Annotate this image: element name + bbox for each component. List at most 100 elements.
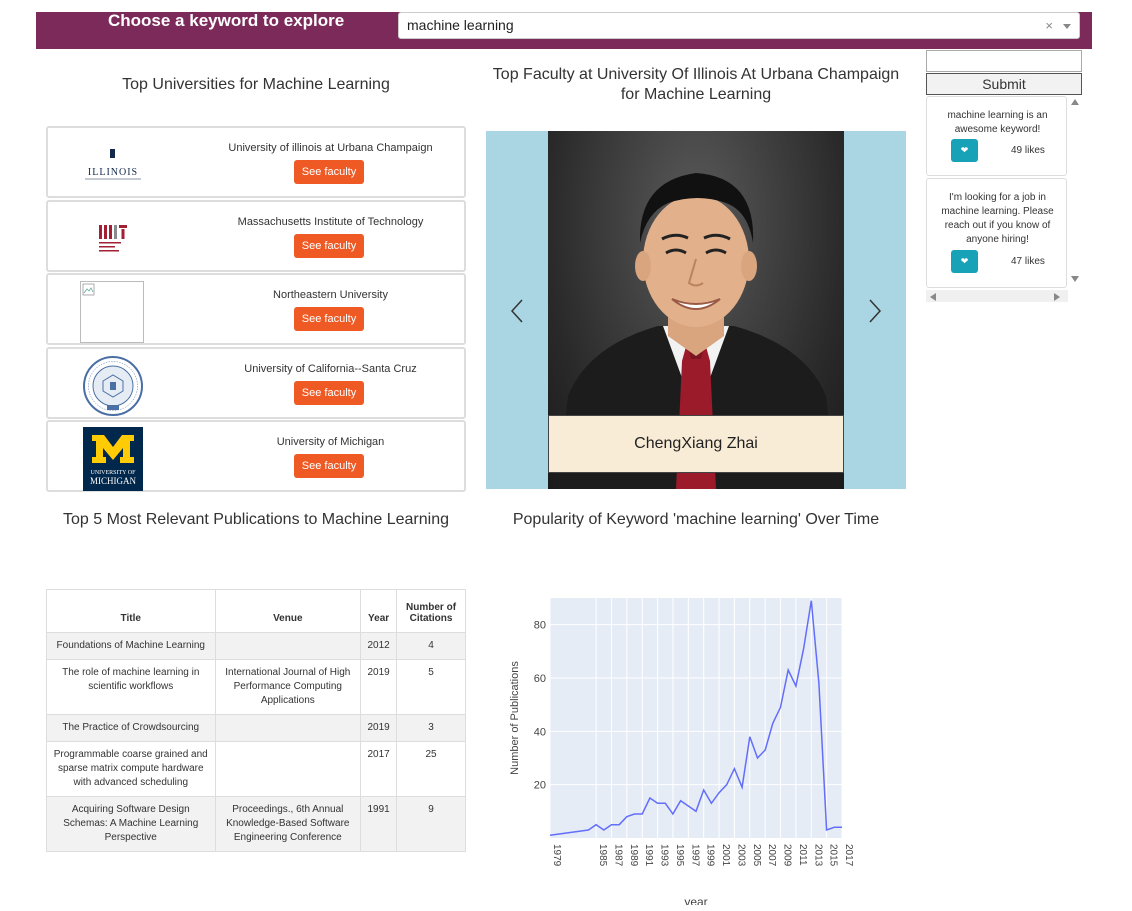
pub-citations: 3 [396,714,466,742]
table-row: Programmable coarse grained and sparse m… [46,741,466,797]
column-header-year: Year [360,589,398,633]
y-tick-label: 40 [534,726,546,738]
university-card: Massachusetts Institute of Technology Se… [46,200,466,272]
submit-button[interactable]: Submit [926,73,1082,95]
university-card: University of California--Santa Cruz See… [46,347,466,419]
pub-year: 2012 [360,632,398,660]
university-name: Massachusetts Institute of Technology [237,216,424,228]
comments-list: machine learning is an awesome keyword! … [926,96,1082,302]
university-card: Northeastern University See faculty [46,273,466,345]
comment-text: I'm looking for a job in machine learnin… [941,192,1054,245]
x-tick-label: 1999 [705,844,716,867]
x-tick-label: 2003 [735,844,746,867]
table-row: The Practice of Crowdsourcing 2019 3 [46,714,466,742]
like-count: 49 likes [1011,145,1045,156]
university-card: ILLINOIS University of illinois at Urban… [46,126,466,198]
x-tick-label: 1987 [612,844,623,867]
x-tick-label: 1979 [551,844,562,867]
pub-year: 2019 [360,714,398,742]
column-header-citations: Number of Citations [396,589,466,633]
uc-seal-logo [82,355,144,417]
pub-citations: 25 [396,741,466,797]
popularity-title: Popularity of Keyword 'machine learning'… [512,511,880,528]
column-header-venue: Venue [214,589,362,633]
pub-venue: International Journal of High Performanc… [214,659,362,715]
university-name: Northeastern University [273,289,388,301]
comment-card: I'm looking for a job in machine learnin… [926,178,1067,288]
pub-year: 2019 [360,659,398,715]
y-tick-label: 20 [534,780,546,792]
x-tick-label: 1985 [597,844,608,867]
comment-text: machine learning is an awesome keyword! [947,110,1048,135]
x-tick-label: 2015 [828,844,839,867]
pub-title: The role of machine learning in scientif… [46,659,216,715]
faculty-carousel: ChengXiang Zhai [486,131,906,489]
pub-venue [214,741,362,797]
see-faculty-button[interactable]: See faculty [294,307,364,331]
x-tick-label: 2017 [843,844,854,867]
heart-icon[interactable]: ❤ [951,139,978,162]
michigan-logo: UNIVERSITY OF MICHIGAN [82,427,144,491]
heart-icon[interactable]: ❤ [951,250,978,273]
chevron-down-icon[interactable] [1063,24,1071,29]
pub-citations: 9 [396,796,466,852]
y-tick-label: 60 [534,673,546,685]
horizontal-scrollbar[interactable] [926,290,1068,302]
faculty-name: ChengXiang Zhai [548,415,844,473]
carousel-prev-icon[interactable] [508,296,528,326]
x-tick-label: 1991 [643,844,654,867]
popularity-chart-svg: 20 40 60 80 1979 1985 1987 1989 1991 1993 1995 1997… [509,598,854,909]
see-faculty-button[interactable]: See faculty [294,454,364,478]
comment-input[interactable] [926,50,1082,72]
x-axis-label: year [684,895,707,905]
keyword-value: machine learning [407,17,514,33]
universities-title: Top Universities for Machine Learning [122,76,390,93]
see-faculty-button[interactable]: See faculty [294,234,364,258]
pub-title: Foundations of Machine Learning [46,632,216,660]
column-header-title: Title [46,589,216,633]
keyword-prompt: Choose a keyword to explore [108,11,345,30]
publications-table: Title Venue Year Number of Citations Fou… [46,589,466,852]
popularity-chart: 20 40 60 80 1979 1985 1987 1989 1991 1993 1995 1997… [500,590,860,909]
comment-card: machine learning is an awesome keyword! … [926,96,1067,176]
svg-text:MICHIGAN: MICHIGAN [90,476,136,486]
university-name: University of California--Santa Cruz [244,363,417,375]
x-tick-label: 2005 [751,844,762,867]
x-tick-label: 1993 [659,844,670,867]
x-tick-label: 2001 [720,844,731,867]
carousel-next-icon[interactable] [864,296,884,326]
x-tick-label: 1995 [674,844,685,867]
keyword-select[interactable]: machine learning × [398,12,1080,39]
pub-citations: 4 [396,632,466,660]
table-row: Foundations of Machine Learning 2012 4 [46,632,466,660]
pub-title: Programmable coarse grained and sparse m… [46,741,216,797]
pub-year: 2017 [360,741,398,797]
x-tick-label: 2011 [797,844,808,866]
keyword-bar: Choose a keyword to explore machine lear… [36,12,1092,49]
x-tick-label: 1997 [689,844,700,867]
university-name: University of illinois at Urbana Champai… [228,142,433,154]
see-faculty-button[interactable]: See faculty [294,160,364,184]
pub-venue [214,632,362,660]
university-card: UNIVERSITY OF MICHIGAN University of Mic… [46,420,466,492]
pub-citations: 5 [396,659,466,715]
illinois-logo: ILLINOIS [82,134,144,196]
broken-image-icon [80,281,144,343]
table-row: Acquiring Software Design Schemas: A Mac… [46,796,466,852]
mit-logo [82,208,144,270]
x-tick-label: 2009 [782,844,793,867]
pub-title: The Practice of Crowdsourcing [46,714,216,742]
like-count: 47 likes [1011,256,1045,267]
table-row: The role of machine learning in scientif… [46,659,466,715]
see-faculty-button[interactable]: See faculty [294,381,364,405]
x-tick-label: 2007 [766,844,777,867]
pub-venue [214,714,362,742]
pub-year: 1991 [360,796,398,852]
pub-title: Acquiring Software Design Schemas: A Mac… [46,796,216,852]
vertical-scrollbar[interactable] [1068,96,1082,290]
y-axis-label: Number of Publications [509,661,521,775]
faculty-title: Top Faculty at University Of Illinois At… [492,66,900,103]
clear-icon[interactable]: × [1045,13,1053,38]
plot-area [550,598,842,838]
y-tick-label: 80 [534,620,546,632]
